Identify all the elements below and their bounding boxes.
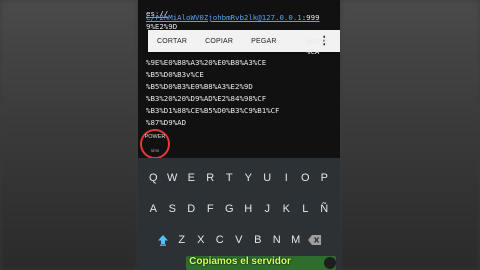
- key-j[interactable]: J: [258, 199, 277, 219]
- key-s[interactable]: S: [163, 199, 182, 219]
- key-c[interactable]: C: [211, 230, 230, 250]
- terminal-line: %B3%20%20%D9%AD%E2%84%98%CF: [146, 94, 267, 103]
- key-l[interactable]: L: [296, 199, 315, 219]
- key-m[interactable]: M: [287, 230, 306, 250]
- key-enye[interactable]: Ñ: [315, 199, 334, 219]
- shift-icon[interactable]: [154, 230, 173, 250]
- blurred-background-left: [0, 0, 138, 270]
- cut-button[interactable]: CORTAR: [148, 36, 196, 47]
- terminal-line: %B3%D1%88%CE%B5%D0%B3%C9%B1%CF: [146, 106, 280, 115]
- power-button[interactable]: POWER sms: [140, 129, 170, 159]
- blurred-background-right: [340, 0, 480, 270]
- key-x[interactable]: X: [192, 230, 211, 250]
- phone-screen: es:// C/r2hMiAloWV0ZjohbmRvb2lk@127.0.0.…: [138, 0, 340, 270]
- key-a[interactable]: A: [144, 199, 163, 219]
- terminal-line: %B5%D0%B3v%CE: [146, 70, 204, 79]
- power-label: POWER: [144, 134, 166, 140]
- copy-button[interactable]: COPIAR: [196, 36, 242, 47]
- keyboard-row-3: Z X C V B N M: [138, 230, 340, 250]
- key-i[interactable]: I: [277, 168, 296, 188]
- key-d[interactable]: D: [182, 199, 201, 219]
- terminal-fragment-2: %CA: [306, 47, 320, 56]
- terminal-line: %B5%D0%B3%E0%B8%A3%E2%9D: [146, 82, 253, 91]
- key-g[interactable]: G: [220, 199, 239, 219]
- key-k[interactable]: K: [277, 199, 296, 219]
- key-o[interactable]: O: [296, 168, 315, 188]
- url-suffix: :999: [301, 13, 320, 22]
- key-n[interactable]: N: [268, 230, 287, 250]
- key-t[interactable]: T: [220, 168, 239, 188]
- keyboard-row-2: A S D F G H J K L Ñ: [138, 199, 340, 219]
- extra-keys-bar: POWER sms: [138, 129, 340, 159]
- key-r[interactable]: R: [201, 168, 220, 188]
- paste-button[interactable]: PEGAR: [242, 36, 286, 47]
- terminal-line: %9E%E0%B8%A3%20%E0%B8%A3%CE: [146, 58, 267, 67]
- key-y[interactable]: Y: [239, 168, 258, 188]
- video-caption: Copiamos el servidor: [189, 256, 291, 267]
- key-q[interactable]: Q: [144, 168, 163, 188]
- terminal-line: %87%D9%AD: [146, 118, 187, 127]
- power-sub-label: sms: [150, 148, 160, 153]
- onscreen-keyboard: Q W E R T Y U I O P A S D F G H J K L Ñ: [138, 158, 340, 270]
- key-p[interactable]: P: [315, 168, 334, 188]
- key-f[interactable]: F: [201, 199, 220, 219]
- key-e[interactable]: E: [182, 168, 201, 188]
- key-v[interactable]: V: [230, 230, 249, 250]
- key-u[interactable]: U: [258, 168, 277, 188]
- key-z[interactable]: Z: [173, 230, 192, 250]
- key-w[interactable]: W: [163, 168, 182, 188]
- key-h[interactable]: H: [239, 199, 258, 219]
- keyboard-row-1: Q W E R T Y U I O P: [138, 168, 340, 188]
- backspace-icon[interactable]: [306, 230, 325, 250]
- key-b[interactable]: B: [249, 230, 268, 250]
- terminal-output[interactable]: es:// C/r2hMiAloWV0ZjohbmRvb2lk@127.0.0.…: [138, 0, 340, 159]
